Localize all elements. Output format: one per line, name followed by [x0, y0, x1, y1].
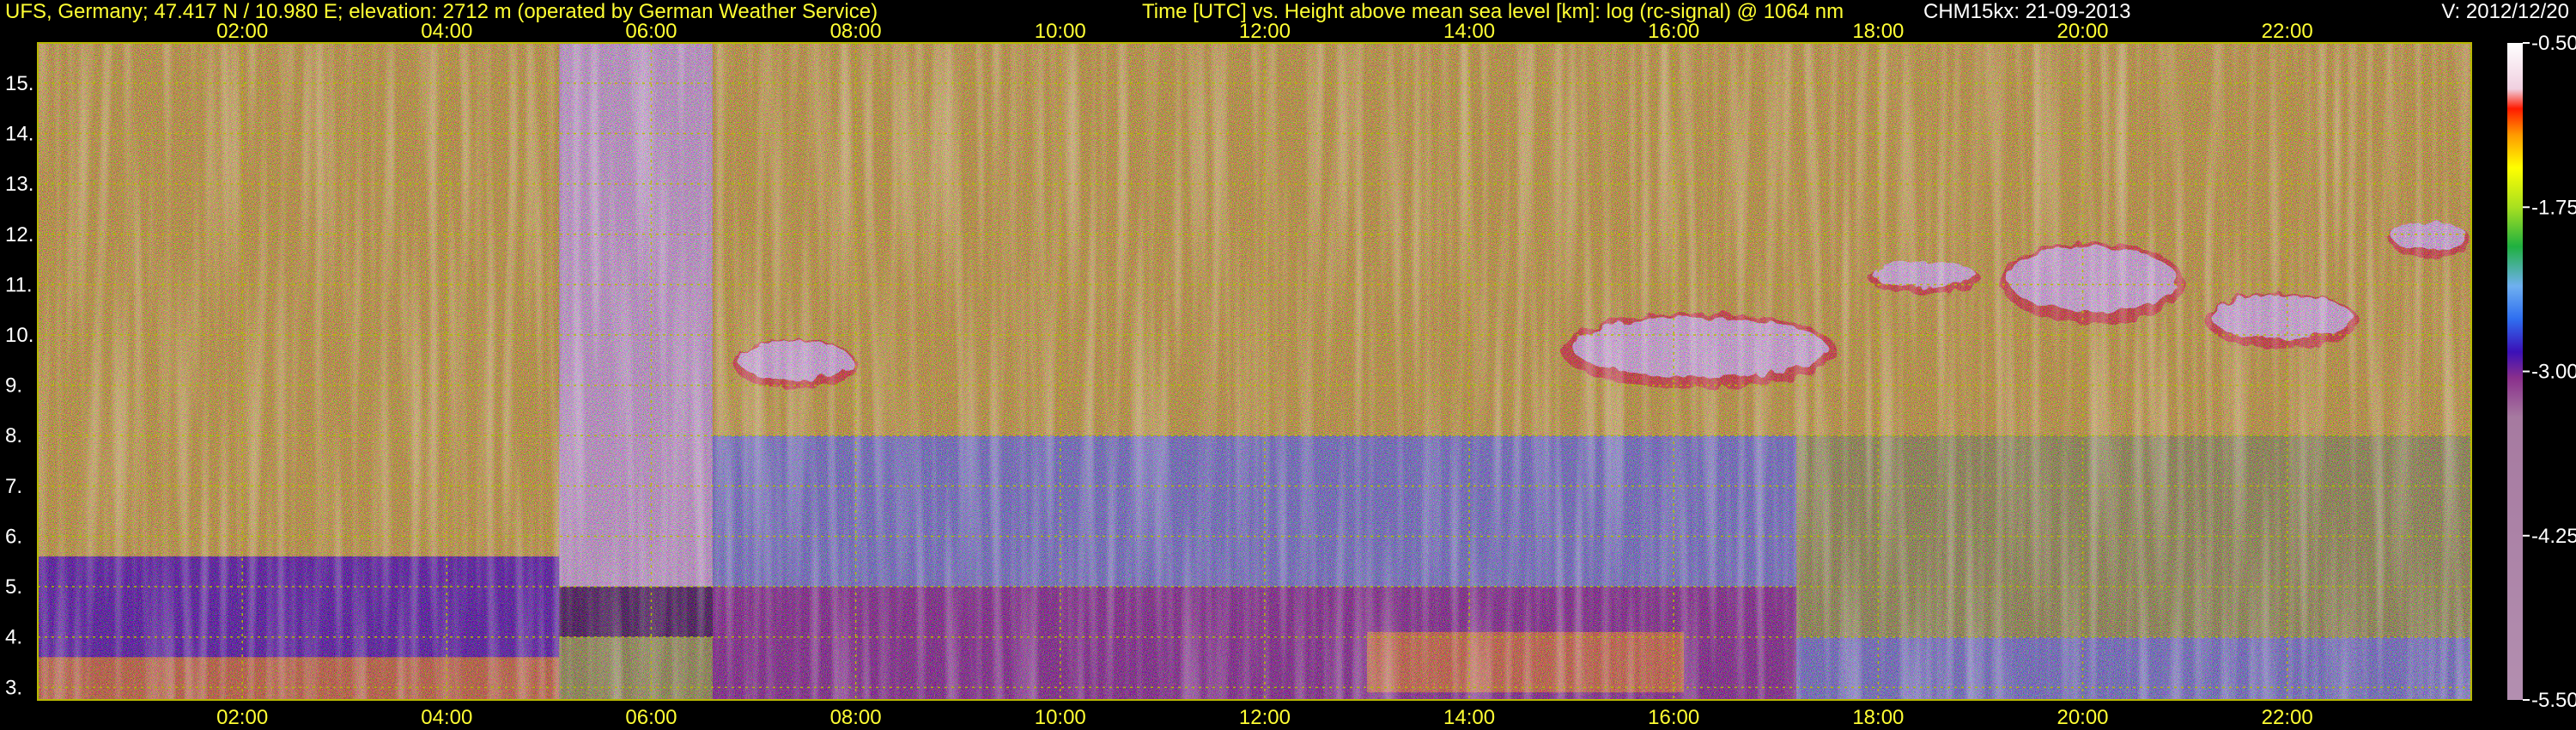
x-tick-top-label: 16:00 — [1648, 20, 1699, 43]
x-tick-top-label: 10:00 — [1035, 20, 1086, 43]
x-tick-top-label: 12:00 — [1239, 20, 1291, 43]
colorbar-tick-label: -4.25 — [2531, 525, 2576, 548]
y-tick-label: 11. — [5, 273, 33, 296]
x-tick-bottom-label: 14:00 — [1443, 706, 1495, 729]
x-tick-top-label: 06:00 — [625, 20, 677, 43]
ceilometer-plot: UFS, Germany; 47.417 N / 10.980 E; eleva… — [0, 0, 2576, 730]
colorbar-tick-label: -5.50 — [2531, 689, 2576, 712]
y-tick-label: 4. — [5, 626, 22, 649]
colorbar: -0.50 -1.75 -3.00 -4.25 -5.50 — [2507, 32, 2576, 712]
chart-svg: 02:00 04:00 06:00 08:00 10:00 12:00 14:00 16:00… — [5, 20, 2576, 729]
y-tick-label: 13. — [5, 173, 33, 196]
y-axis: 3. 4. 5. 6. 7. 8. 9. 10. 11. 12. 13. 14. 15. — [5, 72, 33, 699]
x-tick-bottom-label: 02:00 — [216, 706, 268, 729]
y-tick-label: 15. — [5, 72, 33, 95]
y-tick-label: 5. — [5, 575, 22, 599]
x-tick-bottom-label: 06:00 — [625, 706, 677, 729]
x-tick-bottom-label: 12:00 — [1239, 706, 1291, 729]
x-axis-bottom: 02:00 04:00 06:00 08:00 10:00 12:00 14:00 16:00… — [216, 706, 2313, 729]
x-tick-top-label: 04:00 — [421, 20, 472, 43]
x-tick-top-label: 20:00 — [2057, 20, 2108, 43]
y-tick-label: 10. — [5, 324, 33, 347]
x-tick-top-label: 22:00 — [2262, 20, 2313, 43]
x-tick-bottom-label: 08:00 — [830, 706, 882, 729]
y-tick-label: 12. — [5, 223, 33, 246]
x-tick-top-label: 14:00 — [1443, 20, 1495, 43]
x-tick-top-label: 02:00 — [216, 20, 268, 43]
colorbar-tick-label: -3.00 — [2531, 361, 2576, 384]
noise-overlay — [38, 43, 2471, 700]
y-tick-label: 9. — [5, 374, 22, 398]
y-tick-label: 14. — [5, 123, 33, 146]
colorbar-fill — [2507, 43, 2523, 700]
x-tick-bottom-label: 16:00 — [1648, 706, 1699, 729]
y-tick-label: 7. — [5, 475, 22, 498]
y-tick-label: 6. — [5, 525, 22, 548]
x-tick-bottom-label: 10:00 — [1035, 706, 1086, 729]
colorbar-tick-label: -1.75 — [2531, 196, 2576, 219]
x-tick-top-label: 08:00 — [830, 20, 882, 43]
x-tick-bottom-label: 04:00 — [421, 706, 472, 729]
y-tick-label: 8. — [5, 424, 22, 447]
x-tick-top-label: 18:00 — [1852, 20, 1904, 43]
x-tick-bottom-label: 22:00 — [2262, 706, 2313, 729]
x-tick-bottom-label: 18:00 — [1852, 706, 1904, 729]
streak-noise — [38, 43, 2471, 700]
colorbar-tick-label: -0.50 — [2531, 32, 2576, 55]
y-tick-label: 3. — [5, 676, 22, 699]
x-tick-bottom-label: 20:00 — [2057, 706, 2108, 729]
x-axis-top: 02:00 04:00 06:00 08:00 10:00 12:00 14:00 16:00… — [216, 20, 2313, 43]
